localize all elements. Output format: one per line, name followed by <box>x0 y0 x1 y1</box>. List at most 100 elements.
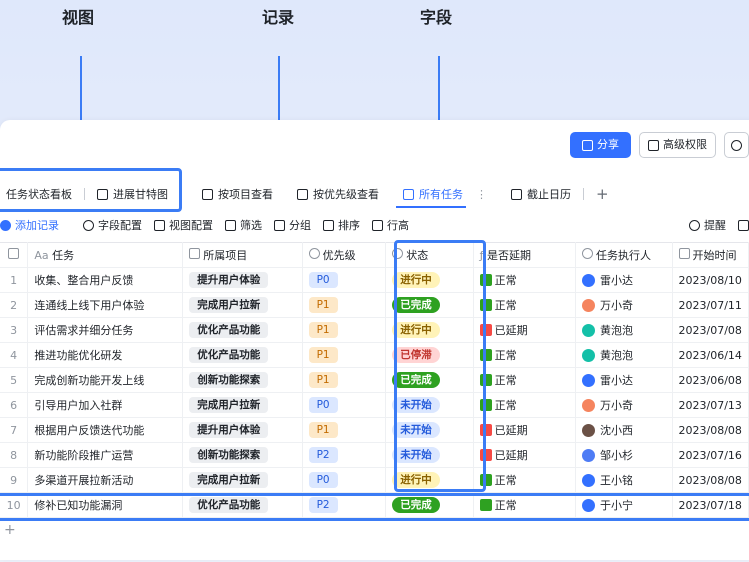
add-record-button[interactable]: 添加记录 <box>0 217 65 233</box>
table-row[interactable]: 7 根据用户反馈迭代功能 提升用户体验 P1 未开始 已延期 沈小西 2023/08/08 <box>0 417 749 443</box>
task-cell[interactable]: 引导用户加入社群 <box>27 392 184 418</box>
owner-cell[interactable]: 沈小西 <box>575 417 673 443</box>
owner-cell[interactable]: 王小铭 <box>575 467 673 493</box>
priority-cell[interactable]: P1 <box>302 292 387 318</box>
priority-cell[interactable]: P1 <box>302 317 387 343</box>
table-row[interactable]: 5 完成创新功能开发上线 创新功能探索 P1 已完成 正常 雷小达 2023/06/08 <box>0 367 749 393</box>
task-cell[interactable]: 收集、整合用户反馈 <box>27 267 184 293</box>
start-cell[interactable]: 2023/07/08 <box>672 317 749 343</box>
more-icon[interactable]: ⋮ <box>476 188 487 201</box>
select-all-checkbox[interactable] <box>0 242 29 268</box>
project-cell[interactable]: 创新功能探索 <box>182 367 303 393</box>
view-config-button[interactable]: 视图配置 <box>148 217 219 233</box>
share-button[interactable]: 分享 <box>570 132 631 158</box>
delay-cell[interactable]: 正常 <box>473 367 576 393</box>
owner-cell[interactable]: 雷小达 <box>575 267 673 293</box>
start-cell[interactable]: 2023/07/11 <box>672 292 749 318</box>
tab-by-priority[interactable]: 按优先级查看 <box>285 182 391 206</box>
table-row[interactable]: 9 多渠道开展拉新活动 完成用户拉新 P0 进行中 正常 王小铭 2023/08/08 <box>0 467 749 493</box>
more-toolbar-button[interactable] <box>732 219 749 231</box>
task-cell[interactable]: 连通线上线下用户体验 <box>27 292 184 318</box>
project-cell[interactable]: 提升用户体验 <box>182 267 303 293</box>
project-cell[interactable]: 创新功能探索 <box>182 442 303 468</box>
priority-cell[interactable]: P1 <box>302 417 387 443</box>
priority-cell[interactable]: P0 <box>302 392 387 418</box>
header-start[interactable]: 开始时间 <box>672 242 749 268</box>
header-task[interactable]: Aa 任务 <box>27 242 184 268</box>
start-cell[interactable]: 2023/08/10 <box>672 267 749 293</box>
advanced-permission-button[interactable]: 高级权限 <box>639 132 716 158</box>
owner-cell[interactable]: 黄泡泡 <box>575 342 673 368</box>
start-cell[interactable]: 2023/07/16 <box>672 442 749 468</box>
task-cell[interactable]: 完成创新功能开发上线 <box>27 367 184 393</box>
task-cell[interactable]: 推进功能优化研发 <box>27 342 184 368</box>
owner-cell[interactable]: 万小奇 <box>575 292 673 318</box>
row-number: 6 <box>0 392 29 418</box>
delay-cell[interactable]: 正常 <box>473 467 576 493</box>
start-cell[interactable]: 2023/08/08 <box>672 467 749 493</box>
delay-cell[interactable]: 正常 <box>473 267 576 293</box>
project-cell[interactable]: 完成用户拉新 <box>182 467 303 493</box>
table-row[interactable]: 2 连通线上线下用户体验 完成用户拉新 P1 已完成 正常 万小奇 2023/07/11 <box>0 292 749 318</box>
project-cell[interactable]: 优化产品功能 <box>182 342 303 368</box>
delay-cell[interactable]: 正常 <box>473 292 576 318</box>
table-row[interactable]: 6 引导用户加入社群 完成用户拉新 P0 未开始 正常 万小奇 2023/07/13 <box>0 392 749 418</box>
tab-calendar[interactable]: 截止日历 <box>499 182 583 206</box>
table-row[interactable]: 4 推进功能优化研发 优化产品功能 P1 已停滞 正常 黄泡泡 2023/06/14 <box>0 342 749 368</box>
start-cell[interactable]: 2023/06/08 <box>672 367 749 393</box>
task-cell[interactable]: 评估需求并细分任务 <box>27 317 184 343</box>
owner-cell[interactable]: 雷小达 <box>575 367 673 393</box>
priority-cell[interactable]: P0 <box>302 267 387 293</box>
priority-cell[interactable]: P2 <box>302 442 387 468</box>
header-project[interactable]: 所属项目 <box>182 242 303 268</box>
table-row[interactable]: 3 评估需求并细分任务 优化产品功能 P1 进行中 已延期 黄泡泡 2023/07/08 <box>0 317 749 343</box>
project-cell[interactable]: 完成用户拉新 <box>182 392 303 418</box>
project-tag: 优化产品功能 <box>189 347 269 363</box>
filter-button[interactable]: 筛选 <box>219 217 268 233</box>
priority-cell[interactable]: P1 <box>302 342 387 368</box>
priority-cell[interactable]: P1 <box>302 367 387 393</box>
header-delay[interactable]: ƒ 是否延期 <box>473 242 576 268</box>
avatar <box>581 349 595 362</box>
project-cell[interactable]: 完成用户拉新 <box>182 292 303 318</box>
add-row-button[interactable]: + <box>4 522 16 538</box>
row-height-button[interactable]: 行高 <box>366 217 415 233</box>
start-cell[interactable]: 2023/08/08 <box>672 417 749 443</box>
project-tag: 完成用户拉新 <box>189 397 269 413</box>
project-cell[interactable]: 优化产品功能 <box>182 317 303 343</box>
task-cell[interactable]: 新功能阶段推广运营 <box>27 442 184 468</box>
table-row[interactable]: 8 新功能阶段推广运营 创新功能探索 P2 未开始 已延期 邹小杉 2023/07/16 <box>0 442 749 468</box>
project-cell[interactable]: 提升用户体验 <box>182 417 303 443</box>
delay-cell[interactable]: 已延期 <box>473 442 576 468</box>
owner-cell[interactable]: 黄泡泡 <box>575 317 673 343</box>
task-cell[interactable]: 根据用户反馈迭代功能 <box>27 417 184 443</box>
tab-all-tasks[interactable]: 所有任务 ⋮ <box>391 182 499 206</box>
records-body: 1 收集、整合用户反馈 提升用户体验 P0 进行中 正常 雷小达 2023/08/10 2 连通线… <box>0 267 749 518</box>
remind-button[interactable]: 提醒 <box>683 217 732 233</box>
delay-cell[interactable]: 已延期 <box>473 417 576 443</box>
delay-cell[interactable]: 正常 <box>473 342 576 368</box>
priority-tag: P0 <box>308 272 338 288</box>
calendar-icon <box>511 188 522 200</box>
delay-cell[interactable]: 已延期 <box>473 317 576 343</box>
add-view-button[interactable]: + <box>584 182 621 206</box>
start-cell[interactable]: 2023/07/13 <box>672 392 749 418</box>
group-button[interactable]: 分组 <box>268 217 317 233</box>
task-cell[interactable]: 多渠道开展拉新活动 <box>27 467 184 493</box>
tab-by-project[interactable]: 按项目查看 <box>190 182 285 206</box>
project-tag: 完成用户拉新 <box>189 472 269 488</box>
header-priority[interactable]: 优先级 <box>302 242 387 268</box>
owner-name: 万小奇 <box>599 299 633 312</box>
delay-cell[interactable]: 正常 <box>473 392 576 418</box>
owner-cell[interactable]: 邹小杉 <box>575 442 673 468</box>
priority-tag: P0 <box>308 397 338 413</box>
priority-cell[interactable]: P0 <box>302 467 387 493</box>
owner-name: 黄泡泡 <box>599 349 633 362</box>
table-row[interactable]: 1 收集、整合用户反馈 提升用户体验 P0 进行中 正常 雷小达 2023/08/10 <box>0 267 749 293</box>
owner-cell[interactable]: 万小奇 <box>575 392 673 418</box>
settings-button[interactable] <box>724 132 749 158</box>
field-config-button[interactable]: 字段配置 <box>77 217 148 233</box>
start-cell[interactable]: 2023/06/14 <box>672 342 749 368</box>
header-owner[interactable]: 任务执行人 <box>575 242 673 268</box>
sort-button[interactable]: 排序 <box>317 217 366 233</box>
